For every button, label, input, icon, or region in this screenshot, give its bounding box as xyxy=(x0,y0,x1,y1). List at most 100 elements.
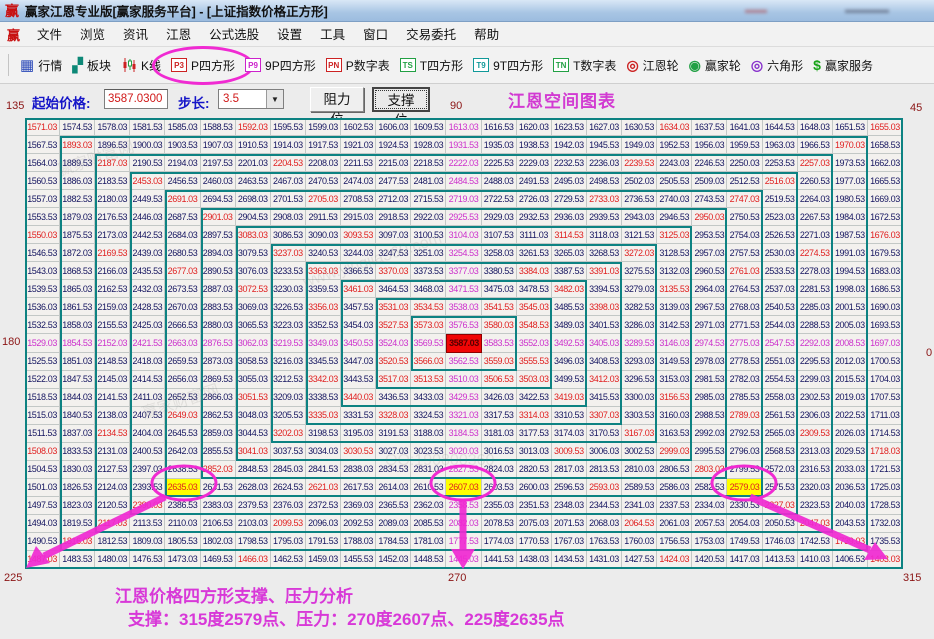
app-logo-icon: 赢 xyxy=(5,1,19,21)
gann-cell: 1739.03 xyxy=(833,533,868,551)
gann-cell: 2222.03 xyxy=(446,154,481,172)
gann-cell: 1830.03 xyxy=(60,461,95,479)
gann-cell: 3384.03 xyxy=(517,262,552,280)
toolbar-item[interactable]: K线 xyxy=(116,54,166,77)
gann-cell: 2729.53 xyxy=(552,190,587,208)
gann-cell: 3268.53 xyxy=(587,244,622,262)
toolbar-item[interactable]: ▞板块 xyxy=(67,54,116,77)
gann-cell: 3163.53 xyxy=(657,425,692,443)
gann-cell: 2985.03 xyxy=(692,389,727,407)
toolbar-item[interactable]: ◉赢家轮 xyxy=(684,54,746,77)
gann-cell: 2789.03 xyxy=(727,407,762,425)
resistance-button[interactable]: 阻力位 xyxy=(310,87,364,112)
toolbar-item[interactable]: T99T四方形 xyxy=(468,54,548,77)
gann-cell: 1707.53 xyxy=(868,389,903,407)
gann-cell: 1438.03 xyxy=(517,551,552,569)
gann-cell: 1749.53 xyxy=(727,533,762,551)
menu-bar: 赢 文件浏览资讯江恩公式选股设置工具窗口交易委托帮助 xyxy=(0,22,934,47)
gann-cell: 1977.03 xyxy=(833,172,868,190)
gann-cell: 1606.03 xyxy=(376,118,411,136)
gann-cell: 2145.03 xyxy=(95,371,130,389)
gann-cell: 1767.03 xyxy=(552,533,587,551)
toolbar-item[interactable]: TST四方形 xyxy=(395,54,468,77)
toolbar-item[interactable]: ▦行情 xyxy=(15,54,67,77)
menu-item[interactable]: 设置 xyxy=(268,24,311,46)
menu-item[interactable]: 窗口 xyxy=(354,24,397,46)
gann-cell: 3104.03 xyxy=(446,226,481,244)
gann-cell: 1833.53 xyxy=(60,443,95,461)
gann-cell: 2593.03 xyxy=(587,479,622,497)
gann-cell: 2001.53 xyxy=(833,298,868,316)
gann-cell: 2211.53 xyxy=(341,154,376,172)
angle-label-225: 225 xyxy=(4,572,22,584)
gann-cell: 3520.53 xyxy=(376,353,411,371)
candlestick-icon xyxy=(121,57,137,73)
gann-cell: 2971.03 xyxy=(692,316,727,334)
gann-cell: 3496.03 xyxy=(552,353,587,371)
toolbar-item-label: T四方形 xyxy=(420,57,463,74)
gann-cell: 3216.03 xyxy=(271,353,306,371)
gann-cell: 3034.03 xyxy=(306,443,341,461)
gann-cell: 1536.03 xyxy=(25,298,60,316)
toolbar-item[interactable]: $赢家服务 xyxy=(808,54,878,77)
gann-cell: 3139.03 xyxy=(657,298,692,316)
toolbar-item[interactable]: P3P四方形 xyxy=(166,54,240,77)
gann-cell: 3044.53 xyxy=(236,425,271,443)
gann-cell: 1515.03 xyxy=(25,407,60,425)
gann-cell: 3576.53 xyxy=(446,316,481,334)
gann-cell: 1704.03 xyxy=(868,371,903,389)
gann-cell: 2582.53 xyxy=(692,479,727,497)
blocks-icon: ▞ xyxy=(72,58,83,72)
gann-cell: 1903.53 xyxy=(165,136,200,154)
chevron-down-icon[interactable]: ▼ xyxy=(266,90,283,108)
gann-cell: 3006.03 xyxy=(587,443,622,461)
gann-cell: 3289.53 xyxy=(622,334,657,352)
menu-item[interactable]: 资讯 xyxy=(114,24,157,46)
menu-item[interactable]: 工具 xyxy=(311,24,354,46)
gann-cell: 3321.03 xyxy=(446,407,481,425)
gann-cell: 3195.03 xyxy=(341,425,376,443)
gann-cell: 1777.53 xyxy=(446,533,481,551)
toolbar-item[interactable]: P99P四方形 xyxy=(240,54,321,77)
menu-items: 文件浏览资讯江恩公式选股设置工具窗口交易委托帮助 xyxy=(28,24,508,44)
gann-cell: 3517.03 xyxy=(376,371,411,389)
gann-cell: 3387.53 xyxy=(552,262,587,280)
gann-cell-highlight: 2607.03 xyxy=(446,479,481,497)
toolbar-item[interactable]: PNP数字表 xyxy=(321,54,395,77)
gann-cell: 2330.53 xyxy=(727,497,762,515)
gann-cell: 2250.03 xyxy=(727,154,762,172)
menu-item[interactable]: 江恩 xyxy=(157,24,200,46)
toolbar-item[interactable]: ◎江恩轮 xyxy=(621,54,683,77)
menu-item[interactable]: 浏览 xyxy=(71,24,114,46)
gann-cell: 1417.03 xyxy=(727,551,762,569)
menu-item[interactable]: 交易委托 xyxy=(397,24,465,46)
gann-cell: 3212.53 xyxy=(271,371,306,389)
start-price-input[interactable] xyxy=(104,89,168,109)
gann-cell: 2967.53 xyxy=(692,298,727,316)
gann-cell: 2316.53 xyxy=(798,461,833,479)
gann-cell: 2117.03 xyxy=(95,515,130,533)
gann-cell: 2071.53 xyxy=(552,515,587,533)
gann-cell: 2141.53 xyxy=(95,389,130,407)
gann-cell: 2379.53 xyxy=(236,497,271,515)
gann-cell: 2271.03 xyxy=(798,226,833,244)
gann-cell: 2964.03 xyxy=(692,280,727,298)
menu-item[interactable]: 公式选股 xyxy=(200,24,268,46)
menu-item[interactable]: 文件 xyxy=(28,24,71,46)
gann-cell: 2180.03 xyxy=(95,190,130,208)
gann-cell: 2491.53 xyxy=(517,172,552,190)
support-button[interactable]: 支撑位 xyxy=(372,87,430,112)
gann-cell: 2253.53 xyxy=(763,154,798,172)
toolbar-item[interactable]: TNT数字表 xyxy=(548,54,621,77)
gann-cell: 3433.03 xyxy=(411,389,446,407)
gann-cell: 3352.53 xyxy=(306,316,341,334)
menu-item[interactable]: 帮助 xyxy=(465,24,508,46)
gann-cell: 1970.03 xyxy=(833,136,868,154)
gann-cell: 1476.53 xyxy=(130,551,165,569)
gann-cell: 1998.03 xyxy=(833,280,868,298)
gann-cell: 3342.03 xyxy=(306,371,341,389)
toolbar-item[interactable]: ◎六角形 xyxy=(746,54,808,77)
gann-cell: 1931.53 xyxy=(446,136,481,154)
dollar-icon: $ xyxy=(813,57,821,73)
step-combobox[interactable]: 3.5 ▼ xyxy=(218,89,284,109)
